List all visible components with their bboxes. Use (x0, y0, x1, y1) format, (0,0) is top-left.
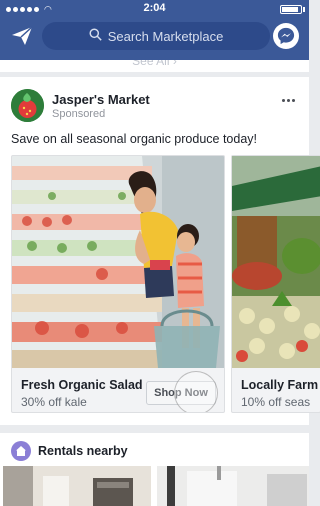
product-title[interactable]: Fresh Organic Salad (21, 378, 143, 392)
search-icon (89, 28, 102, 44)
clock: 2:04 (143, 2, 166, 14)
advertiser-avatar[interactable] (11, 89, 44, 122)
search-placeholder: Search Marketplace (107, 28, 224, 44)
rental-photo[interactable] (3, 466, 151, 506)
carousel-item[interactable]: Locally Farm 10% off seas (231, 155, 320, 413)
rental-photo[interactable] (157, 466, 309, 506)
advertiser-name[interactable]: Jasper's Market (52, 92, 150, 107)
more-options-icon[interactable] (282, 99, 295, 102)
product-photo (12, 156, 224, 368)
see-all-link[interactable]: See All › (0, 60, 309, 72)
sponsored-label: Sponsored (52, 108, 106, 120)
top-bar: ◠ 2:04 Search Marketplace (0, 0, 309, 60)
product-subtitle: 30% off kale (21, 395, 87, 409)
post-caption: Save on all seasonal organic produce tod… (11, 132, 257, 146)
status-bar: ◠ 2:04 (0, 0, 309, 17)
battery-icon (280, 5, 302, 14)
search-input[interactable]: Search Marketplace (42, 22, 270, 50)
product-subtitle: 10% off seas (241, 395, 311, 409)
messenger-icon[interactable] (273, 23, 299, 49)
sponsored-post: Jasper's Market Sponsored Save on all se… (0, 77, 320, 425)
carousel-item[interactable]: Fresh Organic Salad 30% off kale Shop No… (11, 155, 225, 413)
shop-now-button[interactable]: Shop Now (146, 381, 216, 405)
house-icon (11, 441, 31, 461)
product-title[interactable]: Locally Farm (241, 378, 318, 392)
product-photo (232, 156, 320, 368)
paper-plane-icon[interactable] (10, 24, 34, 48)
rentals-section: Rentals nearby (0, 433, 309, 506)
rentals-title[interactable]: Rentals nearby (38, 444, 128, 458)
